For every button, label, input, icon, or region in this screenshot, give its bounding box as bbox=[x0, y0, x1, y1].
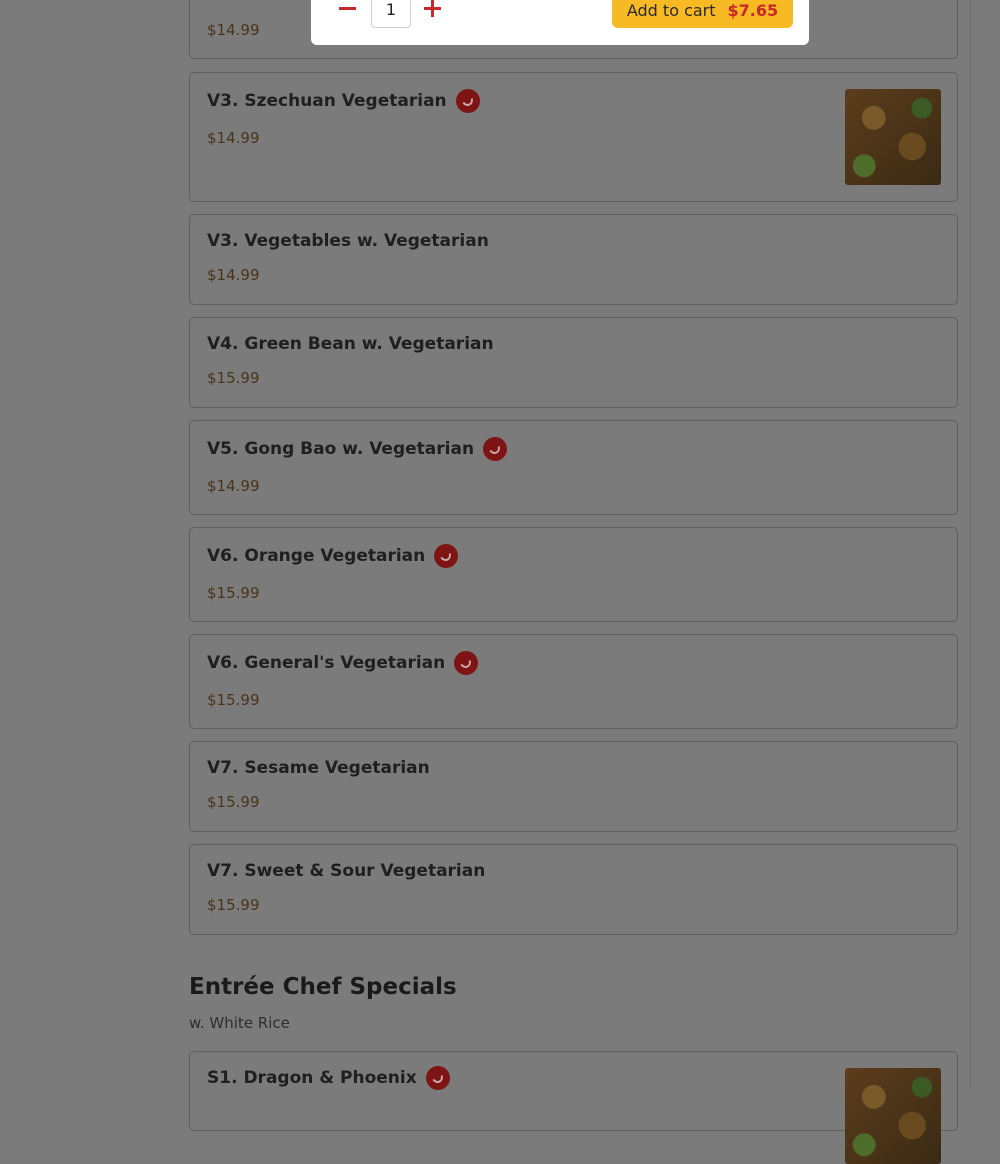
chili-pepper-icon bbox=[483, 437, 508, 461]
menu-item-card[interactable]: V7. Sweet & Sour Vegetarian $15.99 bbox=[189, 844, 958, 935]
item-name: V5. Gong Bao w. Vegetarian bbox=[207, 439, 475, 459]
chili-pepper-icon bbox=[455, 89, 480, 113]
section-title: Entrée Chef Specials bbox=[189, 974, 457, 1000]
item-name: V4. Green Bean w. Vegetarian bbox=[207, 334, 494, 354]
add-to-cart-price: $7.65 bbox=[727, 0, 779, 20]
item-name: V6. Orange Vegetarian bbox=[207, 546, 426, 566]
menu-item-card[interactable]: V7. Sesame Vegetarian $15.99 bbox=[189, 741, 958, 832]
item-name: V7. Sesame Vegetarian bbox=[207, 758, 430, 778]
item-price: $15.99 bbox=[207, 793, 260, 811]
chili-pepper-icon bbox=[434, 544, 459, 568]
menu-item-card[interactable]: V5. Gong Bao w. Vegetarian $14.99 bbox=[189, 420, 958, 515]
item-photo bbox=[845, 1068, 941, 1164]
plus-icon[interactable] bbox=[421, 0, 445, 22]
item-photo bbox=[845, 89, 941, 185]
item-name: S1. Dragon & Phoenix bbox=[207, 1068, 417, 1088]
item-price: $14.99 bbox=[207, 266, 260, 284]
minus-icon[interactable] bbox=[336, 0, 360, 18]
item-price: $15.99 bbox=[207, 896, 260, 914]
item-price: $14.99 bbox=[207, 477, 260, 495]
item-price: $15.99 bbox=[207, 691, 260, 709]
menu-item-card[interactable]: V6. General's Vegetarian $15.99 bbox=[189, 634, 958, 729]
menu-item-card[interactable]: V4. Green Bean w. Vegetarian $15.99 bbox=[189, 317, 958, 408]
add-to-cart-label: Add to cart bbox=[626, 0, 716, 20]
item-price: $15.99 bbox=[207, 369, 260, 387]
chili-pepper-icon bbox=[425, 1066, 450, 1090]
item-price: $14.99 bbox=[207, 21, 260, 39]
menu-item-card[interactable]: V6. Orange Vegetarian $15.99 bbox=[189, 527, 958, 622]
item-price: $14.99 bbox=[207, 129, 260, 147]
quantity-input[interactable]: 1 bbox=[371, 0, 411, 28]
chili-pepper-icon bbox=[454, 651, 479, 675]
item-price: $15.99 bbox=[207, 584, 260, 602]
item-name: V3. Vegetables w. Vegetarian bbox=[207, 231, 489, 251]
item-dialog-footer: 1 Add to cart $7.65 bbox=[311, 0, 809, 45]
add-to-cart-button[interactable]: Add to cart $7.65 bbox=[612, 0, 793, 28]
item-name: V7. Sweet & Sour Vegetarian bbox=[207, 861, 486, 881]
menu-item-card[interactable]: V3. Szechuan Vegetarian $14.99 bbox=[189, 72, 958, 202]
menu-item-card[interactable]: V3. Vegetables w. Vegetarian $14.99 bbox=[189, 214, 958, 305]
item-name: V6. General's Vegetarian bbox=[207, 653, 446, 673]
item-name: V3. Szechuan Vegetarian bbox=[207, 91, 447, 111]
content-border bbox=[970, 0, 971, 1089]
section-subtitle: w. White Rice bbox=[189, 1014, 290, 1032]
menu-item-card[interactable]: S1. Dragon & Phoenix bbox=[189, 1051, 958, 1164]
